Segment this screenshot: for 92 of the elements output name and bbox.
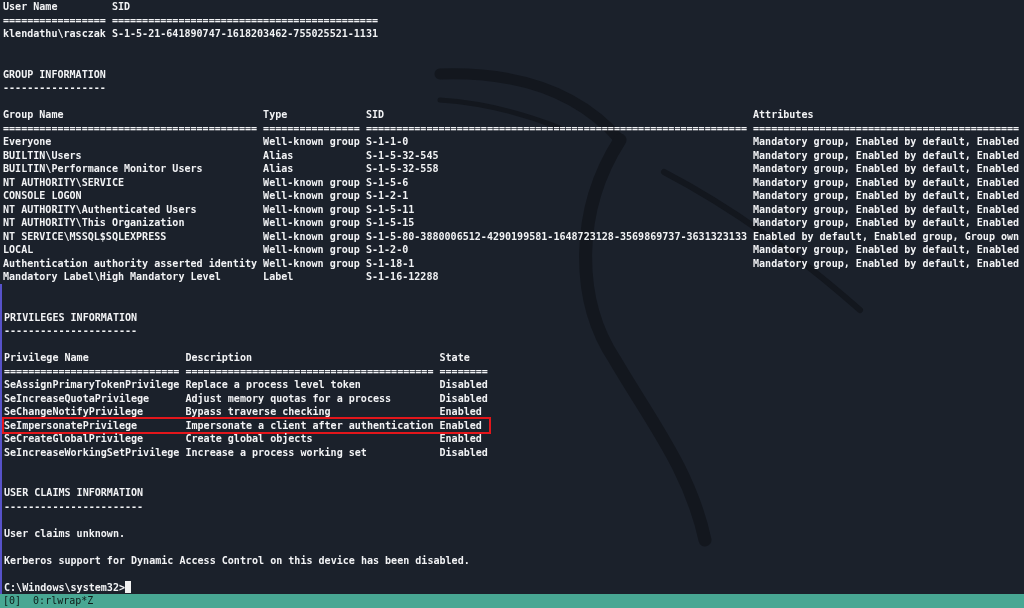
column-header: User Name [3, 0, 58, 14]
session-label: [0] [3, 594, 22, 608]
table-cell: Well-known group [263, 189, 360, 203]
table-cell: S-1-5-80-3880006512-4290199581-1648723128-3569869737-3631323133 [365, 229, 747, 243]
table-cell: NT SERVICE\MSSQL$SQLEXPRESS [3, 229, 167, 243]
column-header: SID [365, 108, 385, 122]
table-cell: Mandatory Label\High Mandatory Level [3, 270, 221, 284]
table-cell: CONSOLE LOGON [3, 189, 82, 203]
table-cell: SeAssignPrimaryTokenPrivilege [4, 378, 180, 392]
table-cell: S-1-5-11 [365, 202, 415, 216]
table-cell: Mandatory group, Enabled by default, Enabled [753, 243, 1020, 257]
table-cell: BUILTIN\Users [3, 148, 82, 162]
table-cell: Label [263, 270, 294, 284]
table-cell: Mandatory group, Enabled by default, Enabled [753, 162, 1020, 176]
table-cell: Well-known group [263, 256, 360, 270]
table-cell: Mandatory group, Enabled by default, Enabled [753, 216, 1020, 230]
table-cell: Well-known group [263, 175, 360, 189]
table-cell: Enabled [439, 432, 482, 446]
window-label: 0:rlwrap*Z [33, 594, 94, 608]
table-cell: Mandatory group, Enabled by default, Enabled [753, 189, 1020, 203]
table-cell: SeImpersonatePrivilege [4, 418, 138, 432]
section-title: GROUP INFORMATION [3, 67, 106, 81]
table-cell: Mandatory group, Enabled by default, Enabled [753, 135, 1020, 149]
table-cell: BUILTIN\Performance Monitor Users [3, 162, 203, 176]
table-cell: Alias [263, 162, 294, 176]
table-cell: NT AUTHORITY\This Organization [3, 216, 185, 230]
column-header: Privilege Name [4, 351, 89, 365]
table-cell: Mandatory group, Enabled by default, Enabled [753, 202, 1020, 216]
table-cell: S-1-1-0 [365, 135, 409, 149]
header-rule: =============================================================== [365, 121, 747, 135]
header-rule: ================= [3, 13, 106, 27]
table-cell: Mandatory group, Enabled by default, Enabled [753, 148, 1020, 162]
table-cell: S-1-5-15 [365, 216, 415, 230]
table-cell: Enabled [439, 418, 482, 432]
section-underline: ----------------------- [4, 499, 144, 513]
table-cell: SeCreateGlobalPrivilege [4, 432, 144, 446]
table-cell: Everyone [3, 135, 52, 149]
table-cell: Impersonate a client after authentication [185, 418, 434, 432]
section-underline: ---------------------- [4, 324, 138, 338]
table-cell: Mandatory group, Enabled by default, Enabled [753, 256, 1020, 270]
table-cell: Increase a process working set [185, 445, 367, 459]
table-cell: S-1-2-1 [365, 189, 409, 203]
column-header: Group Name [3, 108, 64, 122]
table-cell: Create global objects [185, 432, 313, 446]
column-header: SID [111, 0, 131, 14]
header-rule: ============================================ [753, 121, 1020, 135]
table-cell: S-1-5-6 [365, 175, 409, 189]
header-rule: ========================================= [185, 364, 434, 378]
table-cell: Well-known group [263, 229, 360, 243]
column-header: Attributes [753, 108, 814, 122]
table-cell: Authentication authority asserted identity [3, 256, 258, 270]
table-cell: S-1-5-21-641890747-1618203462-755025521-1131 [111, 27, 379, 41]
section-title: PRIVILEGES INFORMATION [4, 310, 138, 324]
table-cell: SeIncreaseWorkingSetPrivilege [4, 445, 180, 459]
table-cell: Well-known group [263, 202, 360, 216]
table-cell: S-1-2-0 [365, 243, 409, 257]
message-text: Kerberos support for Dynamic Access Control on this device has been disabled. [4, 553, 470, 567]
command-prompt: C:\Windows\system32> [4, 580, 125, 594]
header-rule: ================ [263, 121, 360, 135]
table-cell: NT AUTHORITY\SERVICE [3, 175, 124, 189]
table-cell: Well-known group [263, 216, 360, 230]
column-header: Type [263, 108, 288, 122]
message-text: User claims unknown. [4, 526, 125, 540]
table-cell: SeChangeNotifyPrivilege [4, 405, 144, 419]
table-cell: S-1-16-12288 [365, 270, 439, 284]
section-underline: ----------------- [3, 81, 106, 95]
table-cell: Well-known group [263, 243, 360, 257]
table-cell: S-1-18-1 [365, 256, 415, 270]
header-rule: ========================================== [3, 121, 258, 135]
table-cell: Well-known group [263, 135, 360, 149]
table-cell: Disabled [439, 378, 488, 392]
table-cell: Alias [263, 148, 294, 162]
table-cell: SeIncreaseQuotaPrivilege [4, 391, 150, 405]
table-cell: Enabled [439, 405, 482, 419]
header-rule: ============================= [4, 364, 180, 378]
table-cell: Mandatory group, Enabled by default, Enabled [753, 175, 1020, 189]
section-title: USER CLAIMS INFORMATION [4, 486, 144, 500]
table-cell: S-1-5-32-545 [365, 148, 439, 162]
table-cell: Bypass traverse checking [185, 405, 331, 419]
table-cell: Disabled [439, 391, 488, 405]
table-cell: Replace a process level token [185, 378, 361, 392]
header-rule: ======== [439, 364, 488, 378]
table-cell: Adjust memory quotas for a process [185, 391, 392, 405]
table-cell: S-1-5-32-558 [365, 162, 439, 176]
table-cell: Disabled [439, 445, 488, 459]
column-header: State [439, 351, 470, 365]
table-cell: Enabled by default, Enabled group, Group own [753, 229, 1020, 243]
header-rule: ============================================ [111, 13, 379, 27]
column-header: Description [185, 351, 252, 365]
table-cell: klendathu\rasczak [3, 27, 106, 41]
table-cell: LOCAL [3, 243, 34, 257]
table-cell: NT AUTHORITY\Authenticated Users [3, 202, 197, 216]
